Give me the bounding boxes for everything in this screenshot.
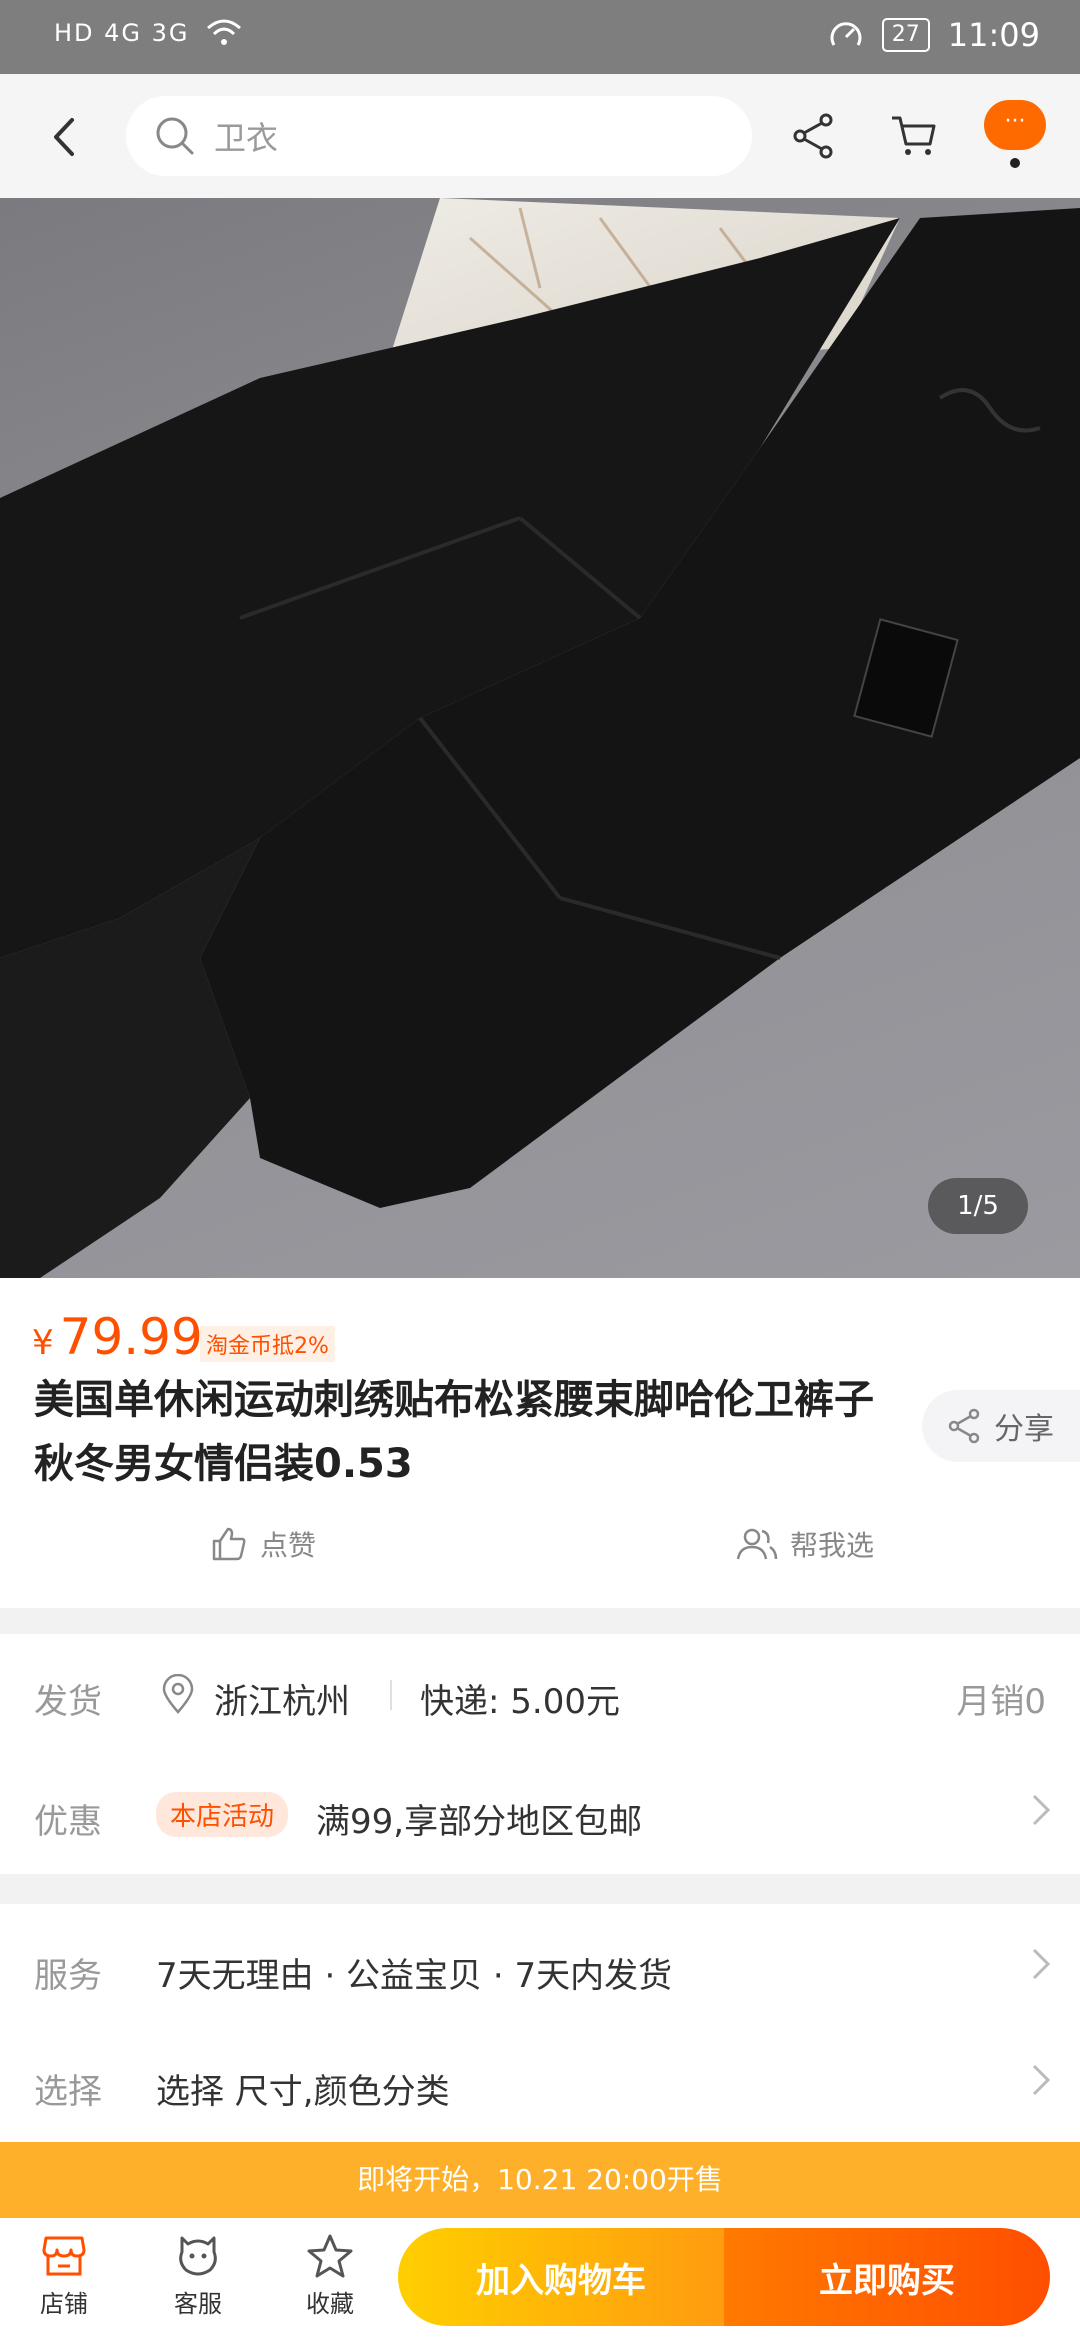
top-bar: 卫衣 ··· bbox=[0, 74, 1080, 198]
product-title: 美国单休闲运动刺绣贴布松紧腰束脚哈伦卫裤子秋冬男女情侣装0.53 bbox=[34, 1377, 874, 1487]
tab-customer-service[interactable]: 客服 bbox=[148, 2232, 248, 2319]
product-image[interactable] bbox=[0, 198, 1080, 1278]
status-right: 27 11:09 bbox=[828, 16, 1040, 54]
tab-favorite[interactable]: 收藏 bbox=[280, 2232, 380, 2319]
service-text: 7天无理由 · 公益宝贝 · 7天内发货 bbox=[156, 1956, 673, 1996]
shop-icon bbox=[42, 2236, 86, 2276]
location-pin-icon bbox=[162, 1674, 194, 1714]
service-row[interactable]: 服务 7天无理由 · 公益宝贝 · 7天内发货 bbox=[0, 1904, 1080, 2024]
chevron-right-icon bbox=[1032, 1794, 1051, 1826]
add-to-cart-button[interactable]: 加入购物车 bbox=[398, 2228, 724, 2326]
service-label: 服务 bbox=[34, 1956, 102, 1996]
promo-row[interactable]: 优惠 本店活动 满99,享部分地区包邮 bbox=[0, 1754, 1080, 1874]
cart-icon[interactable] bbox=[888, 110, 940, 162]
select-row[interactable]: 选择 选择 尺寸,颜色分类 bbox=[0, 2024, 1080, 2144]
sale-notice-banner: 即将开始，10.21 20:00开售 bbox=[0, 2142, 1080, 2218]
more-menu-icon[interactable]: ··· bbox=[984, 100, 1046, 150]
status-bar: HD 4G 3G 27 11:09 bbox=[0, 0, 1080, 74]
engagement-actions: 点赞 帮我选 bbox=[0, 1524, 1080, 1584]
shop-label: 店铺 bbox=[40, 2290, 88, 2318]
thumbs-up-icon bbox=[212, 1527, 246, 1561]
share-icon[interactable] bbox=[788, 110, 840, 162]
chevron-right-icon bbox=[1032, 1948, 1051, 1980]
share-label: 分享 bbox=[994, 1412, 1054, 1447]
battery-indicator: 27 bbox=[881, 18, 930, 52]
chevron-right-icon bbox=[1032, 2064, 1051, 2096]
network-text: HD 4G 3G bbox=[54, 19, 190, 47]
favorite-label: 收藏 bbox=[306, 2290, 354, 2318]
speed-icon bbox=[830, 22, 862, 46]
share-icon bbox=[948, 1408, 980, 1444]
customer-service-label: 客服 bbox=[174, 2290, 222, 2318]
promo-label: 优惠 bbox=[34, 1802, 102, 1842]
search-placeholder: 卫衣 bbox=[214, 119, 279, 157]
people-icon bbox=[736, 1528, 778, 1560]
chat-face-icon bbox=[179, 2236, 217, 2276]
star-icon bbox=[307, 2234, 353, 2278]
clock: 11:09 bbox=[947, 16, 1040, 54]
shipping-label: 发货 bbox=[34, 1682, 102, 1722]
buy-now-button[interactable]: 立即购买 bbox=[724, 2228, 1050, 2326]
like-label: 点赞 bbox=[260, 1529, 317, 1562]
divider bbox=[390, 1680, 392, 1710]
service-card: 服务 7天无理由 · 公益宝贝 · 7天内发货 选择 选择 尺寸,颜色分类 bbox=[0, 1904, 1080, 2144]
select-text: 选择 尺寸,颜色分类 bbox=[156, 2072, 450, 2112]
bottom-action-bar: 店铺 客服 收藏 加入购物车 立即购买 bbox=[0, 2218, 1080, 2340]
like-button[interactable]: 点赞 bbox=[210, 1524, 316, 1564]
select-label: 选择 bbox=[34, 2072, 102, 2112]
express-fee: 快递: 5.00元 bbox=[420, 1682, 620, 1722]
store-activity-tag: 本店活动 bbox=[156, 1792, 289, 1837]
price-value: 79.99 bbox=[59, 1308, 203, 1366]
product-info-card: ¥ 79.99 淘金币抵2% 美国单休闲运动刺绣贴布松紧腰束脚哈伦卫裤子秋冬男女… bbox=[0, 1278, 1080, 1608]
shipping-card: 发货 浙江杭州 快递: 5.00元 月销0 优惠 本店活动 满99,享部分地区包… bbox=[0, 1634, 1080, 1874]
network-indicators: HD 4G 3G bbox=[54, 18, 242, 48]
product-photo bbox=[0, 198, 1080, 1278]
currency-symbol: ¥ bbox=[32, 1323, 54, 1363]
monthly-sales: 月销0 bbox=[956, 1682, 1046, 1722]
wifi-icon bbox=[206, 19, 241, 45]
coin-discount-badge: 淘金币抵2% bbox=[200, 1326, 335, 1362]
back-arrow-icon[interactable] bbox=[40, 112, 90, 162]
search-bar[interactable]: 卫衣 bbox=[126, 96, 752, 176]
help-choose-label: 帮我选 bbox=[790, 1529, 875, 1562]
promo-text: 满99,享部分地区包邮 bbox=[316, 1802, 643, 1842]
price: ¥ 79.99 bbox=[32, 1308, 203, 1366]
search-icon bbox=[156, 117, 194, 155]
notification-dot bbox=[1010, 158, 1020, 168]
tab-shop[interactable]: 店铺 bbox=[14, 2232, 114, 2319]
image-counter: 1/5 bbox=[928, 1178, 1028, 1234]
ship-location: 浙江杭州 bbox=[214, 1682, 350, 1722]
share-button[interactable]: 分享 bbox=[922, 1390, 1080, 1462]
help-choose-button[interactable]: 帮我选 bbox=[736, 1524, 874, 1564]
